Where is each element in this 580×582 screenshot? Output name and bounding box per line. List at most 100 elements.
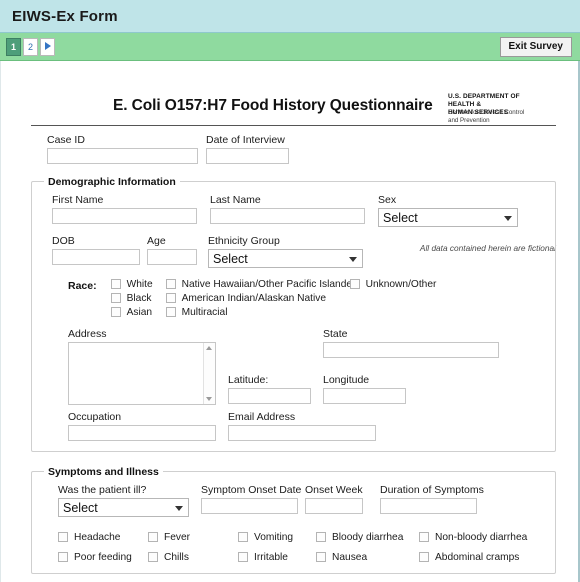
symptom-onset-date-label: Symptom Onset Date bbox=[201, 483, 302, 496]
symptom-label: Abdominal cramps bbox=[435, 551, 520, 563]
ethnicity-label: Ethnicity Group bbox=[208, 234, 280, 247]
race-checkbox-white[interactable]: White bbox=[110, 278, 166, 290]
case-id-input[interactable] bbox=[47, 147, 198, 164]
symptom-checkbox-headache[interactable]: Headache bbox=[58, 532, 148, 543]
document-header: E. Coli O157:H7 Food History Questionnai… bbox=[31, 61, 556, 124]
lat-long-row: Latitude: Longitude bbox=[228, 374, 499, 404]
latitude-input[interactable] bbox=[228, 387, 311, 404]
duration-of-symptoms-label: Duration of Symptoms bbox=[380, 483, 484, 496]
email-input[interactable] bbox=[228, 424, 376, 441]
address-textarea[interactable] bbox=[68, 341, 216, 405]
symptom-checkbox-bloody-diarrhea[interactable]: Bloody diarrhea bbox=[316, 532, 419, 543]
symptom-checkbox-vomiting[interactable]: Vomiting bbox=[238, 532, 316, 543]
case-id-label: Case ID bbox=[47, 133, 85, 146]
survey-toolbar: 1 2 Exit Survey bbox=[0, 33, 580, 61]
checkbox-icon[interactable] bbox=[316, 552, 326, 563]
race-option-label: White bbox=[126, 278, 153, 290]
symptom-label: Chills bbox=[164, 551, 189, 563]
checkbox-icon[interactable] bbox=[419, 552, 429, 563]
first-name-input[interactable] bbox=[52, 207, 197, 224]
duration-of-symptoms-input[interactable] bbox=[380, 497, 477, 514]
symptom-checkbox-chills[interactable]: Chills bbox=[148, 552, 238, 563]
symptom-checkbox-row-1: Headache Fever Vomiting Bloody diarrhea … bbox=[42, 532, 545, 543]
scroll-down-arrow-icon[interactable] bbox=[206, 396, 212, 401]
hhs-cdc-logo: U.S. DEPARTMENT OF HEALTH & HUMAN SERVIC… bbox=[448, 93, 548, 124]
symptoms-illness-group: Symptoms and Illness Was the patient ill… bbox=[31, 465, 556, 574]
last-name-input[interactable] bbox=[210, 207, 365, 224]
checkbox-icon[interactable] bbox=[165, 293, 176, 304]
next-page-button[interactable] bbox=[40, 37, 55, 56]
dob-input[interactable] bbox=[52, 248, 140, 265]
date-of-interview-field: Date of Interview bbox=[206, 134, 289, 164]
race-checkbox-american-indian-alaskan-native[interactable]: American Indian/Alaskan Native bbox=[165, 293, 350, 304]
was-patient-ill-select[interactable]: Select bbox=[58, 497, 189, 517]
checkbox-icon[interactable] bbox=[238, 532, 248, 543]
longitude-field: Longitude bbox=[323, 374, 406, 404]
state-input[interactable] bbox=[323, 341, 499, 358]
checkbox-icon[interactable] bbox=[165, 307, 176, 318]
page-tab-2[interactable]: 2 bbox=[23, 37, 38, 56]
occupation-label: Occupation bbox=[68, 410, 122, 423]
age-field: Age bbox=[147, 235, 208, 265]
checkbox-icon[interactable] bbox=[58, 552, 68, 563]
checkbox-icon[interactable] bbox=[238, 552, 248, 563]
checkbox-icon[interactable] bbox=[148, 552, 158, 563]
was-patient-ill-field: Was the patient ill? Select bbox=[58, 484, 201, 517]
checkbox-icon[interactable] bbox=[419, 532, 429, 543]
symptom-checkbox-nausea[interactable]: Nausea bbox=[316, 552, 419, 563]
was-patient-ill-value: Select bbox=[63, 500, 98, 515]
ethnicity-select[interactable]: Select bbox=[208, 248, 363, 268]
checkbox-icon[interactable] bbox=[110, 279, 121, 290]
symptom-onset-date-input[interactable] bbox=[201, 497, 298, 514]
sex-label: Sex bbox=[378, 193, 397, 206]
latitude-label: Latitude: bbox=[228, 373, 269, 386]
scroll-up-arrow-icon[interactable] bbox=[206, 345, 212, 350]
checkbox-icon[interactable] bbox=[110, 293, 121, 304]
occupation-email-row: Occupation Email Address bbox=[42, 411, 545, 441]
ethnicity-field: Ethnicity Group Select bbox=[208, 235, 363, 268]
dob-label: DOB bbox=[52, 234, 75, 247]
symptom-checkbox-poor-feeding[interactable]: Poor feeding bbox=[58, 552, 148, 563]
address-row: Address State Latitude: Longitude bbox=[42, 328, 545, 405]
page-tab-1[interactable]: 1 bbox=[6, 37, 21, 56]
address-label: Address bbox=[68, 327, 107, 340]
chevron-down-icon bbox=[349, 256, 357, 262]
checkbox-icon[interactable] bbox=[165, 279, 176, 290]
race-checkbox-asian[interactable]: Asian bbox=[110, 307, 166, 318]
form-scroll-area[interactable]: E. Coli O157:H7 Food History Questionnai… bbox=[0, 61, 580, 582]
race-row: Race: White Black Asian Native Hawaiian/… bbox=[42, 279, 545, 318]
checkbox-icon[interactable] bbox=[349, 279, 360, 290]
checkbox-icon[interactable] bbox=[110, 307, 121, 318]
exit-survey-button[interactable]: Exit Survey bbox=[499, 37, 572, 57]
demographic-section-wrapper: Demographic Information First Name Last … bbox=[31, 175, 556, 452]
symptoms-legend: Symptoms and Illness bbox=[48, 465, 159, 478]
latitude-field: Latitude: bbox=[228, 374, 323, 404]
race-checkbox-unknown-other[interactable]: Unknown/Other bbox=[349, 279, 436, 290]
symptom-checkbox-abdominal-cramps[interactable]: Abdominal cramps bbox=[419, 552, 519, 563]
checkbox-icon[interactable] bbox=[58, 532, 68, 543]
email-field: Email Address bbox=[228, 411, 376, 441]
date-of-interview-input[interactable] bbox=[206, 147, 289, 164]
form-content: E. Coli O157:H7 Food History Questionnai… bbox=[1, 61, 578, 574]
onset-week-input[interactable] bbox=[305, 497, 363, 514]
race-checkbox-black[interactable]: Black bbox=[110, 293, 166, 304]
chevron-right-icon bbox=[44, 41, 51, 50]
occupation-input[interactable] bbox=[68, 424, 216, 441]
symptom-checkbox-non-bloody-diarrhea[interactable]: Non-bloody diarrhea bbox=[419, 532, 527, 543]
race-checkbox-native-hawaiian-pacific-islander[interactable]: Native Hawaiian/Other Pacific Islander bbox=[165, 279, 355, 290]
address-scrollbar[interactable] bbox=[203, 342, 215, 404]
race-checkbox-multiracial[interactable]: Multiracial bbox=[165, 307, 350, 318]
checkbox-icon[interactable] bbox=[148, 532, 158, 543]
symptom-checkbox-fever[interactable]: Fever bbox=[148, 532, 238, 543]
symptom-checkbox-irritable[interactable]: Irritable bbox=[238, 552, 316, 563]
sex-select[interactable]: Select bbox=[378, 207, 518, 227]
age-label: Age bbox=[147, 234, 166, 247]
demographic-legend: Demographic Information bbox=[48, 175, 176, 188]
longitude-input[interactable] bbox=[323, 387, 406, 404]
illness-detail-row: Was the patient ill? Select Symptom Onse… bbox=[42, 484, 545, 517]
demographic-information-group: Demographic Information First Name Last … bbox=[31, 175, 556, 452]
age-input[interactable] bbox=[147, 248, 197, 265]
checkbox-icon[interactable] bbox=[316, 532, 326, 543]
case-identification-row: Case ID Date of Interview bbox=[31, 126, 556, 164]
symptom-onset-date-field: Symptom Onset Date bbox=[201, 484, 305, 514]
